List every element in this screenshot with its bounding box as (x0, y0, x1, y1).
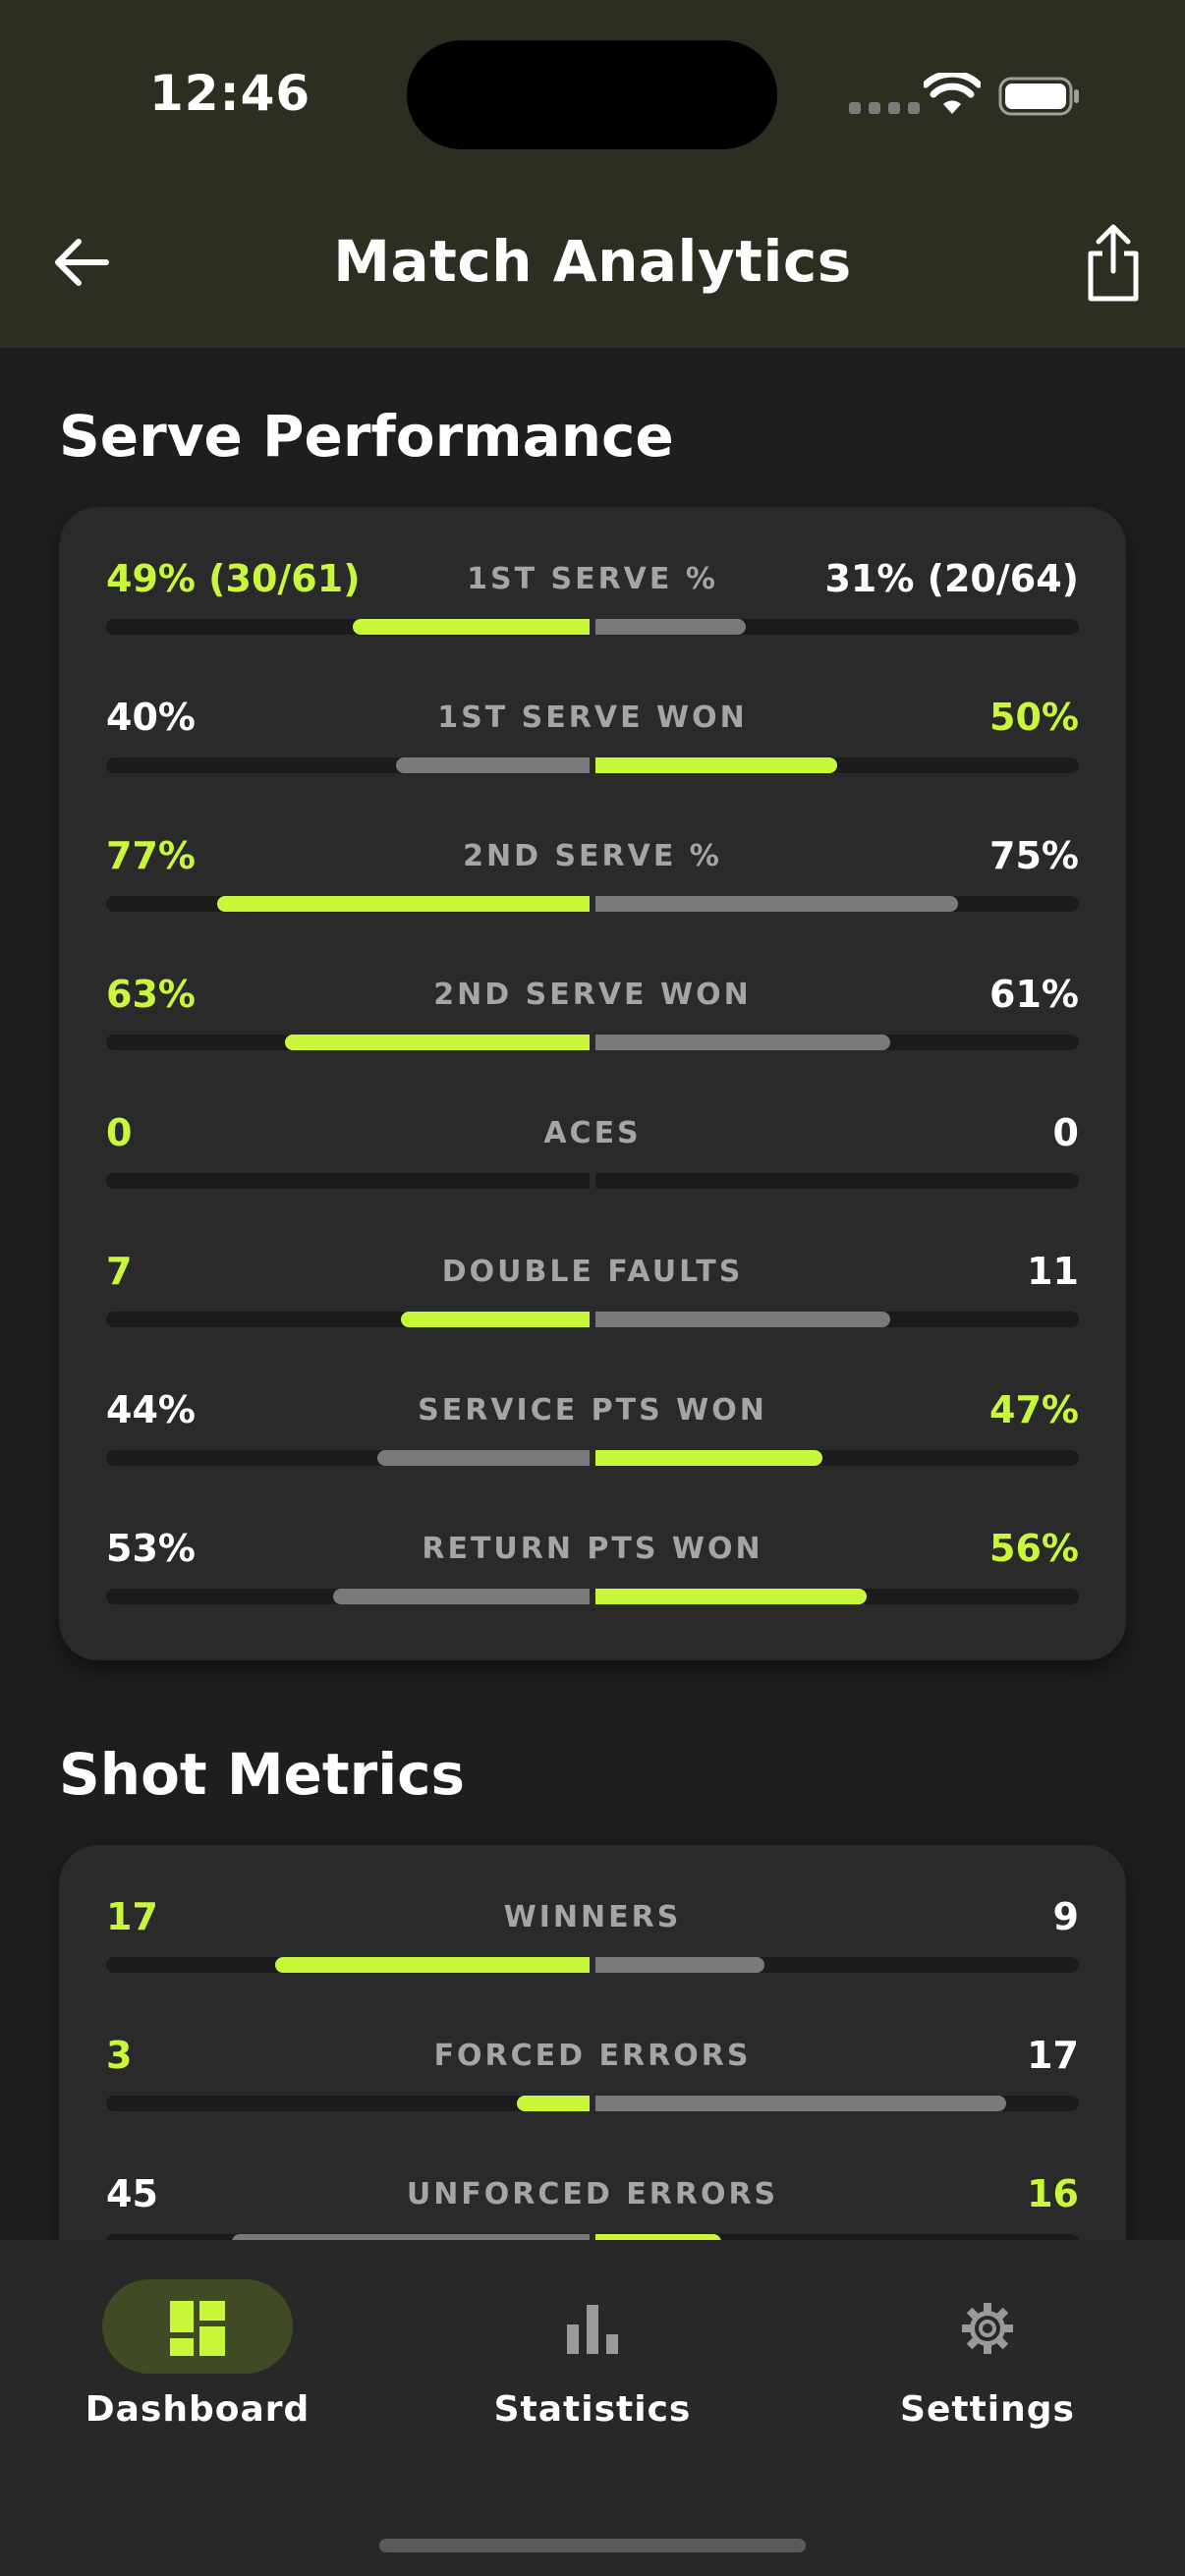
comparison-bar-left-fill (352, 619, 590, 635)
stat-row: 53% RETURN PTS WON 56% (106, 1524, 1079, 1632)
bar-chart-icon (567, 2305, 618, 2354)
stat-row: 17 WINNERS 9 (106, 1892, 1079, 2000)
comparison-bar-right-track (595, 1957, 1079, 1973)
dynamic-island (407, 40, 777, 149)
comparison-bar-left-track (106, 1173, 590, 1189)
stat-right-value: 17 (1027, 2034, 1079, 2077)
gear-icon (962, 2303, 1013, 2354)
comparison-bar-left-track (106, 1589, 590, 1604)
stat-row: 0 ACES 0 (106, 1108, 1079, 1216)
stat-right-value: 75% (989, 834, 1079, 877)
dashboard-icon (170, 2301, 225, 2356)
comparison-bar-left-track (106, 2096, 590, 2111)
comparison-bar-right-track (595, 1589, 1079, 1604)
comparison-bar-left-track (106, 896, 590, 912)
stat-label: FORCED ERRORS (433, 2039, 752, 2073)
wifi-icon (924, 73, 981, 114)
comparison-bar-right-track (595, 896, 1079, 912)
stat-row: 40% 1ST SERVE WON 50% (106, 693, 1079, 801)
comparison-bar-left-fill (275, 1957, 590, 1973)
stat-label: 2ND SERVE % (463, 839, 722, 873)
comparison-bar-right-track (595, 1035, 1079, 1050)
nav-label-dashboard: Dashboard (85, 2389, 310, 2430)
app-screen: 12:46 Match Analytics Serve Performance … (0, 0, 1185, 2576)
share-icon[interactable] (1079, 222, 1148, 305)
comparison-bar-right-track (595, 757, 1079, 773)
home-indicator (379, 2539, 806, 2552)
comparison-bar-left-track (106, 757, 590, 773)
nav-label-statistics: Statistics (493, 2389, 692, 2430)
comparison-bar-right-track (595, 1450, 1079, 1466)
status-time: 12:46 (149, 65, 311, 122)
nav-item-statistics[interactable]: Statistics (452, 2279, 747, 2466)
stat-right-value: 61% (989, 973, 1079, 1016)
comparison-bar-right-fill (595, 1450, 823, 1466)
comparison-bar-left-fill (396, 757, 590, 773)
stat-right-value: 50% (989, 696, 1079, 739)
stat-row: 77% 2ND SERVE % 75% (106, 831, 1079, 939)
nav-label-settings: Settings (900, 2389, 1075, 2430)
stat-label: DOUBLE FAULTS (441, 1255, 744, 1289)
stat-label: 1ST SERVE WON (437, 700, 748, 735)
stat-label: ACES (543, 1116, 642, 1150)
stat-row: 63% 2ND SERVE WON 61% (106, 970, 1079, 1078)
stat-right-value: 9 (1052, 1895, 1079, 1938)
comparison-bar-right-track (595, 1312, 1079, 1327)
stat-row: 44% SERVICE PTS WON 47% (106, 1385, 1079, 1493)
comparison-bar-right-track (595, 2096, 1079, 2111)
comparison-bar-left-track (106, 1312, 590, 1327)
stat-label: UNFORCED ERRORS (406, 2177, 779, 2212)
serve-performance-card: 49% (30/61) 1ST SERVE % 31% (20/64) 40% 1ST … (59, 507, 1126, 1660)
stat-label: WINNERS (503, 1900, 682, 1934)
comparison-bar-right-track (595, 619, 1079, 635)
comparison-bar-left-fill (517, 2096, 590, 2111)
page-title: Match Analytics (333, 228, 852, 295)
stat-row: 49% (30/61) 1ST SERVE % 31% (20/64) (106, 554, 1079, 662)
comparison-bar-right-fill (595, 1957, 765, 1973)
stat-right-value: 31% (20/64) (824, 557, 1079, 600)
cellular-signal-icon (849, 102, 920, 114)
comparison-bar-right-track (595, 1173, 1079, 1189)
comparison-bar-left-fill (401, 1312, 590, 1327)
nav-item-dashboard[interactable]: Dashboard (57, 2279, 352, 2466)
section-title-serve-performance: Serve Performance (59, 403, 674, 470)
comparison-bar-left-track (106, 1957, 590, 1973)
section-title-shot-metrics: Shot Metrics (59, 1741, 465, 1808)
comparison-bar-right-fill (595, 1312, 891, 1327)
comparison-bar-left-track (106, 1035, 590, 1050)
comparison-bar-right-fill (595, 1589, 867, 1604)
comparison-bar-left-track (106, 619, 590, 635)
stat-row: 7 DOUBLE FAULTS 11 (106, 1247, 1079, 1355)
comparison-bar-right-fill (595, 757, 837, 773)
app-header: 12:46 Match Analytics (0, 0, 1185, 348)
comparison-bar-right-fill (595, 896, 958, 912)
bottom-navigation: Dashboard Statistics Settings (0, 2240, 1185, 2576)
comparison-bar-right-fill (595, 1035, 891, 1050)
comparison-bar-left-fill (285, 1035, 590, 1050)
stat-right-value: 0 (1052, 1111, 1079, 1154)
comparison-bar-left-fill (217, 896, 590, 912)
stat-label: RETURN PTS WON (422, 1532, 763, 1566)
stat-row: 3 FORCED ERRORS 17 (106, 2031, 1079, 2139)
comparison-bar-left-fill (333, 1589, 590, 1604)
stat-label: SERVICE PTS WON (418, 1393, 767, 1428)
battery-icon (998, 77, 1079, 116)
comparison-bar-right-fill (595, 619, 746, 635)
comparison-bar-left-fill (376, 1450, 590, 1466)
stat-right-value: 56% (989, 1527, 1079, 1570)
nav-item-settings[interactable]: Settings (847, 2279, 1142, 2466)
stat-right-value: 11 (1027, 1250, 1079, 1293)
stat-right-value: 16 (1027, 2172, 1079, 2215)
comparison-bar-right-fill (595, 2096, 1007, 2111)
stat-label: 2ND SERVE WON (433, 978, 752, 1012)
stat-right-value: 47% (989, 1388, 1079, 1431)
comparison-bar-left-track (106, 1450, 590, 1466)
